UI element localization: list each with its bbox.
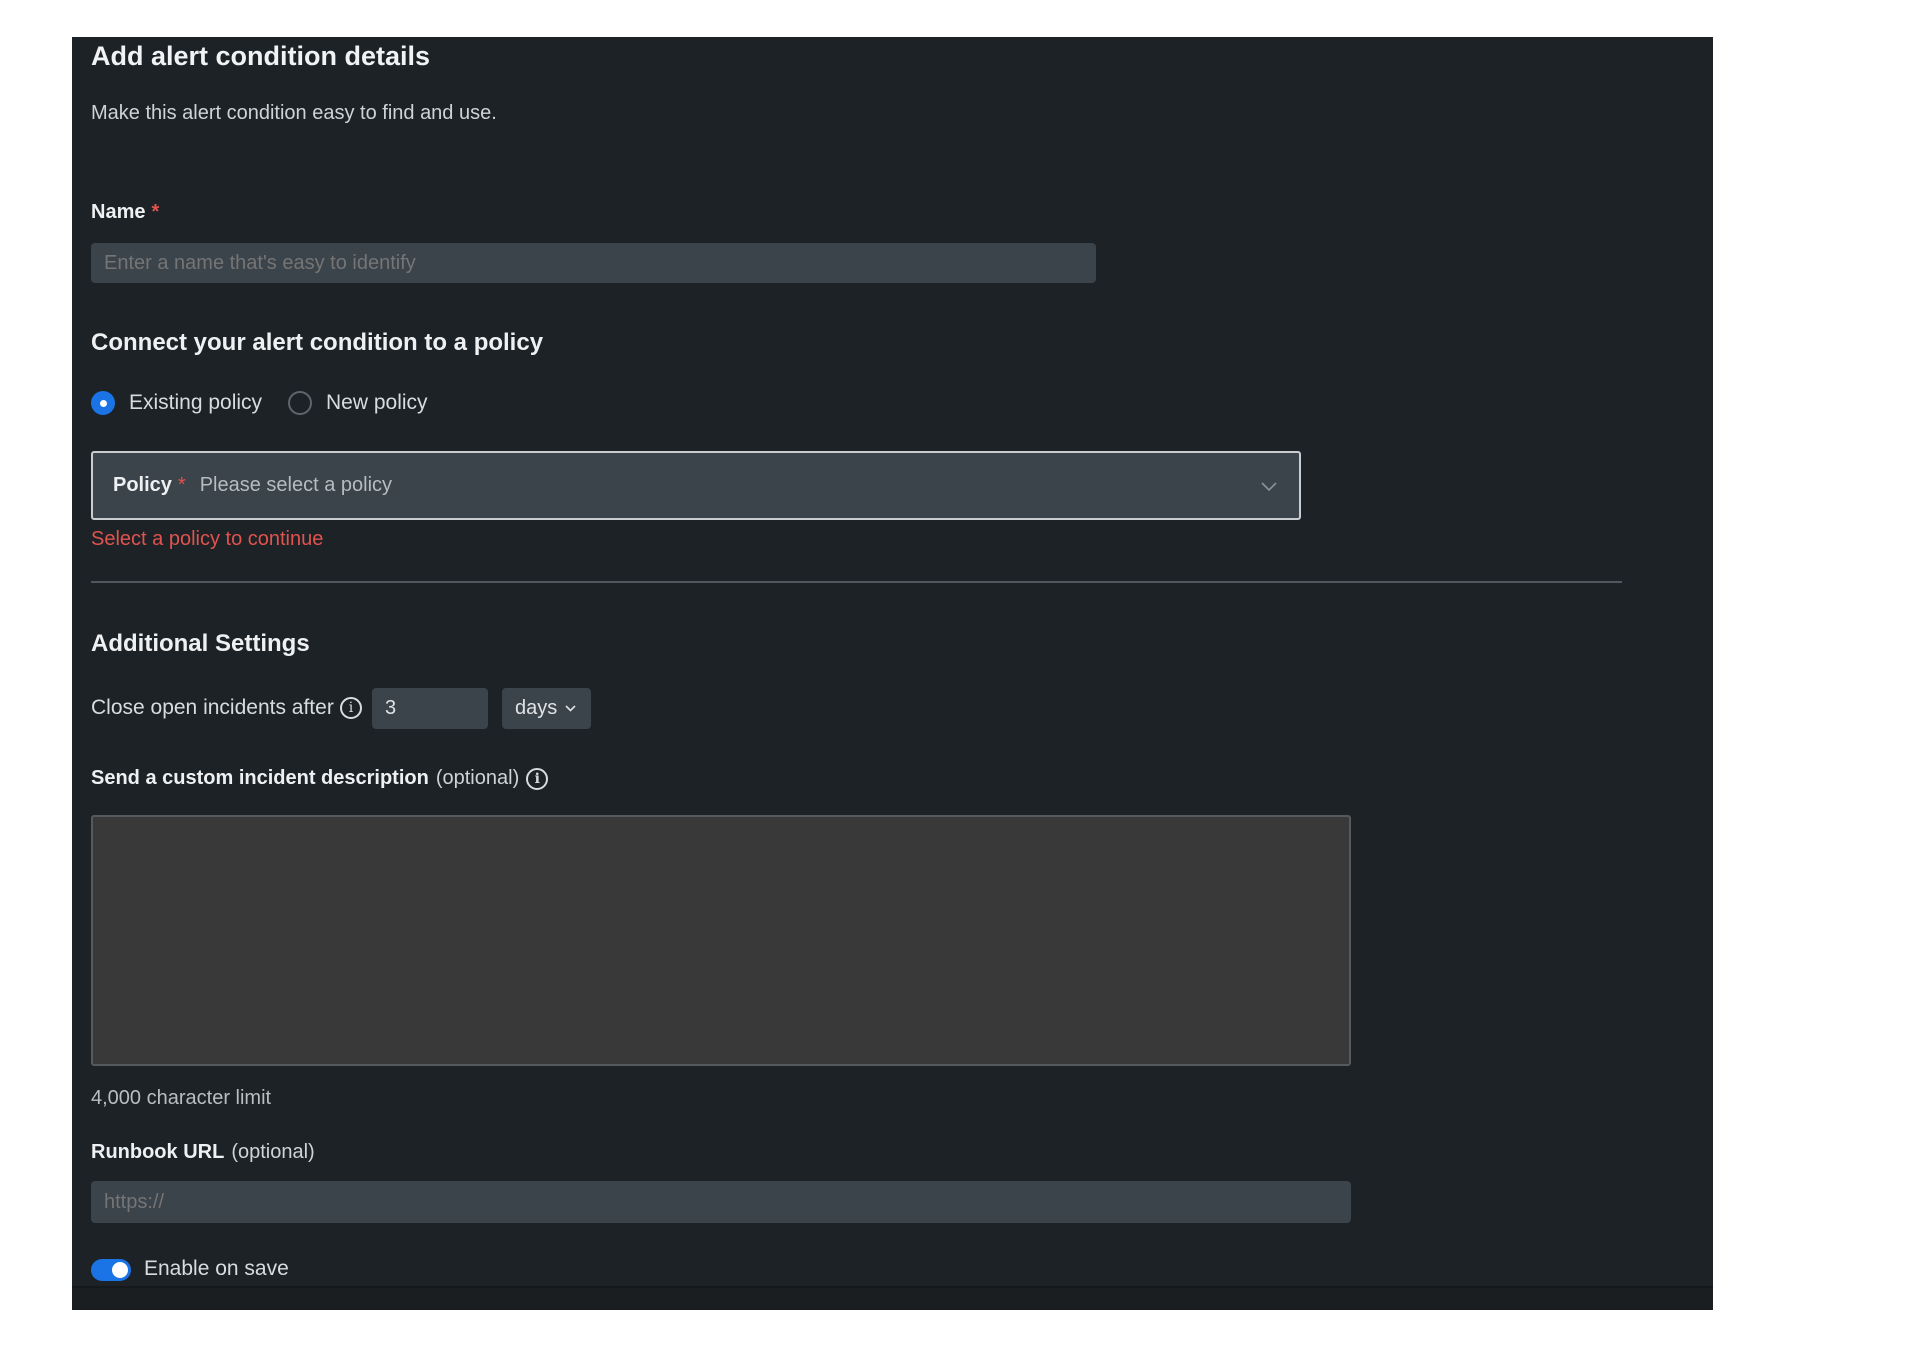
radio-existing-policy[interactable]: Existing policy (91, 391, 262, 415)
policy-heading: Connect your alert condition to a policy (91, 329, 544, 356)
runbook-label-text: Runbook URL (91, 1141, 225, 1163)
alert-details-panel: Add alert condition details Make this al… (72, 37, 1713, 1310)
radio-label: New policy (326, 391, 428, 414)
radio-new-policy[interactable]: New policy (288, 391, 428, 415)
additional-settings-heading: Additional Settings (91, 630, 310, 657)
radio-label: Existing policy (129, 391, 263, 414)
name-input[interactable] (91, 243, 1096, 283)
required-mark: * (151, 201, 160, 223)
enable-on-save-label: Enable on save (144, 1257, 289, 1280)
description-label-text: Send a custom incident description (91, 767, 429, 789)
policy-select-placeholder: Please select a policy (199, 474, 393, 496)
policy-error: Select a policy to continue (91, 528, 324, 550)
description-label: Send a custom incident description (opti… (91, 767, 549, 790)
policy-select[interactable]: Policy * Please select a policy (91, 451, 1301, 520)
name-label-text: Name (91, 201, 146, 223)
page-title: Add alert condition details (91, 41, 431, 71)
divider (91, 581, 1622, 583)
description-textarea[interactable] (91, 815, 1351, 1066)
close-incidents-unit-select[interactable]: days (502, 688, 591, 729)
unit-value: days (515, 697, 558, 719)
info-icon[interactable]: i (340, 697, 362, 719)
close-incidents-label: Close open incidents after (91, 696, 334, 719)
enable-on-save-toggle[interactable] (91, 1259, 131, 1281)
radio-unchecked-icon (288, 391, 312, 415)
optional-text: (optional) (435, 767, 520, 789)
page-subtitle: Make this alert condition easy to find a… (91, 102, 497, 124)
name-label: Name * (91, 201, 159, 224)
chevron-down-icon (1261, 482, 1277, 492)
char-limit-text: 4,000 character limit (91, 1087, 272, 1109)
close-incidents-value-input[interactable]: 3 (372, 688, 488, 729)
radio-checked-icon (91, 391, 115, 415)
runbook-url-input[interactable] (91, 1181, 1351, 1223)
runbook-label: Runbook URL (optional) (91, 1141, 315, 1164)
info-icon[interactable]: i (526, 767, 549, 790)
chevron-down-icon (565, 705, 576, 712)
required-mark: * (177, 474, 186, 496)
policy-select-label: Policy (113, 474, 172, 496)
footer-edge (72, 1286, 1713, 1310)
optional-text: (optional) (231, 1141, 315, 1163)
